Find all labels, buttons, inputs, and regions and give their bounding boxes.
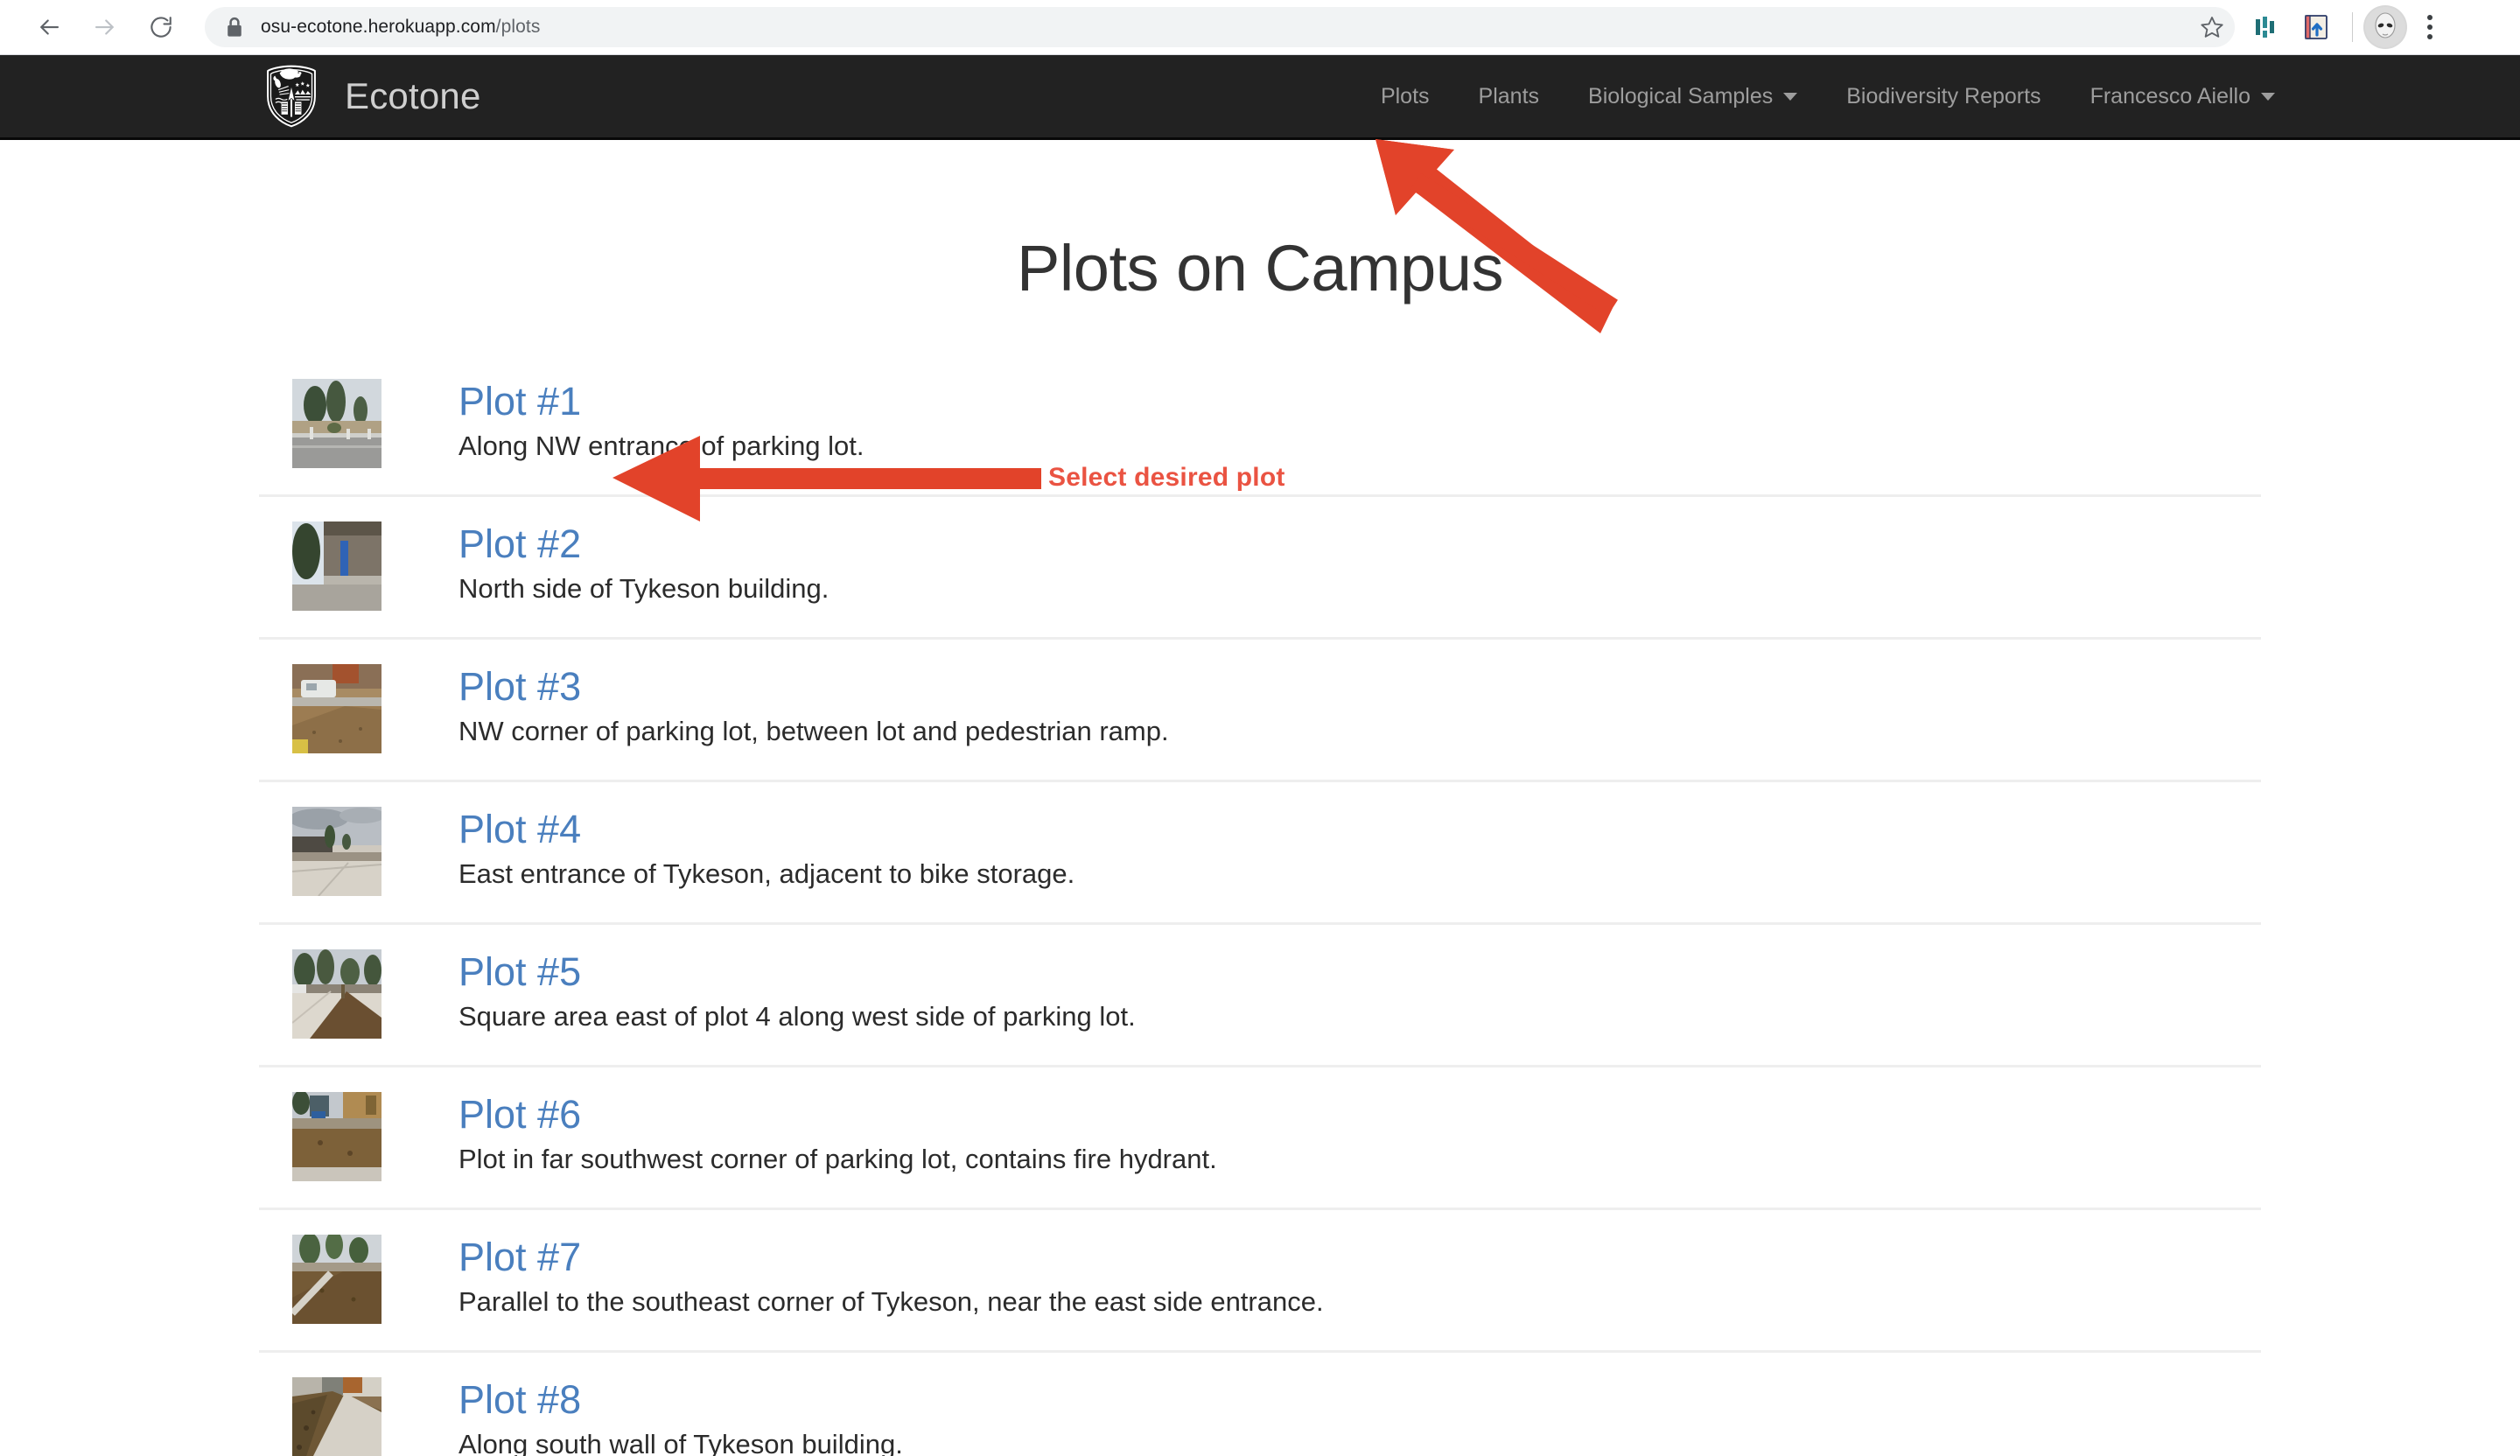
- page-title: Plots on Campus: [1017, 232, 1504, 304]
- chevron-down-icon: [2261, 92, 2275, 101]
- nav-item-user-menu[interactable]: Francesco Aiello: [2066, 55, 2300, 139]
- plot-link[interactable]: Plot #7: [458, 1236, 581, 1278]
- navbar-links: Plots Plants Biological Samples Biodiver…: [1356, 55, 2300, 139]
- url-text: osu-ecotone.herokuapp.com/plots: [261, 17, 540, 38]
- plot-description: Plot in far southwest corner of parking …: [458, 1144, 1217, 1175]
- page-content: Plots on Campus Plot #1 Along NW entranc…: [0, 231, 2520, 1456]
- plot-thumbnail: [292, 807, 382, 896]
- reload-button[interactable]: [135, 1, 187, 53]
- plot-info: Plot #1 Along NW entrance of parking lot…: [458, 379, 864, 464]
- plot-list-item[interactable]: Plot #8 Along south wall of Tykeson buil…: [259, 1353, 2261, 1456]
- plot-thumbnail: [292, 949, 382, 1039]
- plot-thumbnail: [292, 522, 382, 611]
- plot-info: Plot #7 Parallel to the southeast corner…: [458, 1235, 1324, 1320]
- plot-description: Along south wall of Tykeson building.: [458, 1429, 903, 1456]
- menu-dot: [2427, 24, 2432, 30]
- chrome-menu-icon[interactable]: [2407, 2, 2453, 52]
- plot-list-item[interactable]: Plot #5 Square area east of plot 4 along…: [259, 925, 2261, 1068]
- osu-beaver-shield-logo-icon: [259, 64, 324, 129]
- lock-icon: [226, 17, 243, 38]
- site-navbar: Ecotone Plots Plants Biological Samples …: [0, 55, 2520, 140]
- plot-link[interactable]: Plot #6: [458, 1094, 581, 1136]
- plot-description: Along NW entrance of parking lot.: [458, 430, 864, 462]
- plot-description: NW corner of parking lot, between lot an…: [458, 716, 1169, 747]
- forward-button[interactable]: [79, 1, 131, 53]
- bookmark-star-icon[interactable]: [2194, 10, 2230, 45]
- plot-link[interactable]: Plot #8: [458, 1379, 581, 1421]
- plot-info: Plot #5 Square area east of plot 4 along…: [458, 949, 1136, 1034]
- nav-item-biodiversity-reports[interactable]: Biodiversity Reports: [1822, 55, 2065, 139]
- nav-item-label: Plants: [1478, 83, 1540, 108]
- plot-description: East entrance of Tykeson, adjacent to bi…: [458, 858, 1075, 890]
- plot-info: Plot #8 Along south wall of Tykeson buil…: [458, 1377, 903, 1456]
- brand-link[interactable]: Ecotone: [259, 64, 481, 129]
- plot-description: North side of Tykeson building.: [458, 573, 830, 605]
- nav-item-label: Plots: [1380, 83, 1430, 108]
- web-page: Ecotone Plots Plants Biological Samples …: [0, 55, 2520, 1456]
- read-aloud-extension-icon[interactable]: [2291, 2, 2342, 52]
- plot-info: Plot #2 North side of Tykeson building.: [458, 522, 829, 606]
- plot-info: Plot #3 NW corner of parking lot, betwee…: [458, 664, 1169, 749]
- nav-item-plots[interactable]: Plots: [1356, 55, 1454, 139]
- plot-thumbnail: [292, 379, 382, 468]
- url-path: /plots: [495, 17, 541, 37]
- plot-list-item[interactable]: Plot #6 Plot in far southwest corner of …: [259, 1068, 2261, 1210]
- navigation-buttons: [23, 1, 187, 53]
- plot-list-item[interactable]: Plot #1 Along NW entrance of parking lot…: [259, 358, 2261, 497]
- avatar[interactable]: [2363, 5, 2407, 49]
- plot-link[interactable]: Plot #2: [458, 523, 581, 565]
- browser-toolbar: osu-ecotone.herokuapp.com/plots: [0, 0, 2520, 54]
- plot-info: Plot #4 East entrance of Tykeson, adjace…: [458, 807, 1074, 892]
- toolbar-divider: [2352, 12, 2353, 42]
- plot-description: Square area east of plot 4 along west si…: [458, 1001, 1136, 1032]
- nav-item-plants[interactable]: Plants: [1454, 55, 1564, 139]
- browser-extensions-area: [2240, 2, 2453, 52]
- plot-thumbnail: [292, 1377, 382, 1456]
- back-button[interactable]: [23, 1, 75, 53]
- nav-item-label: Biodiversity Reports: [1846, 83, 2041, 108]
- nav-item-label: Biological Samples: [1588, 83, 1774, 108]
- plot-link[interactable]: Plot #1: [458, 381, 581, 423]
- nav-item-label: Francesco Aiello: [2090, 83, 2250, 108]
- plot-thumbnail: [292, 1092, 382, 1181]
- nav-item-biological-samples[interactable]: Biological Samples: [1564, 55, 1822, 139]
- address-bar[interactable]: osu-ecotone.herokuapp.com/plots: [205, 7, 2235, 47]
- brand-name: Ecotone: [345, 75, 481, 116]
- menu-dot: [2427, 15, 2432, 20]
- plot-list-item[interactable]: Plot #2 North side of Tykeson building.: [259, 497, 2261, 640]
- plot-list-item[interactable]: Plot #3 NW corner of parking lot, betwee…: [259, 640, 2261, 782]
- menu-dot: [2427, 34, 2432, 39]
- chevron-down-icon: [1783, 92, 1798, 101]
- plot-link[interactable]: Plot #3: [458, 666, 581, 708]
- plot-thumbnail: [292, 1235, 382, 1324]
- plot-list-item[interactable]: Plot #4 East entrance of Tykeson, adjace…: [259, 782, 2261, 925]
- plot-info: Plot #6 Plot in far southwest corner of …: [458, 1092, 1217, 1177]
- plot-link[interactable]: Plot #5: [458, 951, 581, 993]
- plot-link[interactable]: Plot #4: [458, 808, 581, 850]
- plot-list-item[interactable]: Plot #7 Parallel to the southeast corner…: [259, 1210, 2261, 1353]
- extension-icon[interactable]: [2240, 2, 2291, 52]
- plot-list: Plot #1 Along NW entrance of parking lot…: [259, 358, 2261, 1456]
- plot-description: Parallel to the southeast corner of Tyke…: [458, 1286, 1324, 1318]
- url-domain: osu-ecotone.herokuapp.com: [261, 17, 496, 37]
- plot-thumbnail: [292, 664, 382, 753]
